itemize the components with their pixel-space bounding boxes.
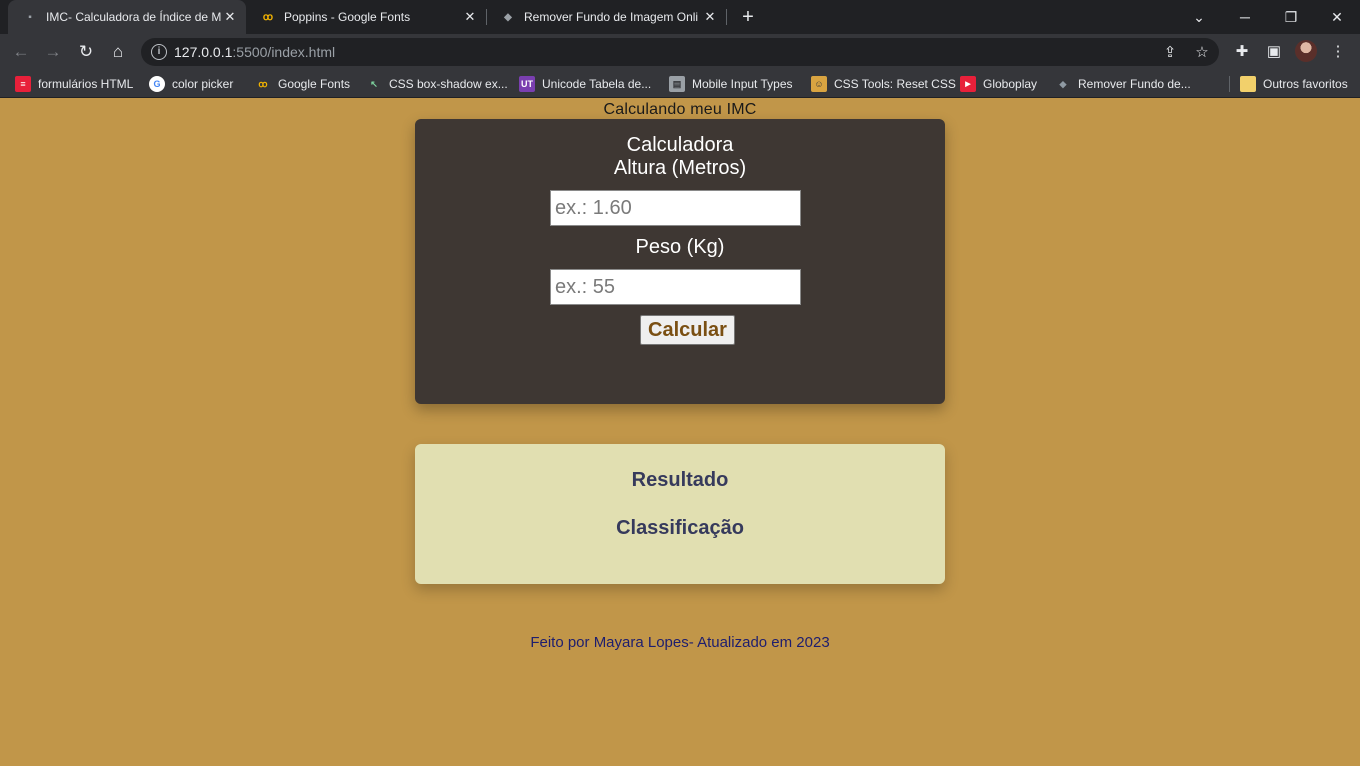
unicode-table-icon: UT bbox=[519, 76, 535, 92]
globoplay-icon: ▶ bbox=[960, 76, 976, 92]
bookmark-other-favorites[interactable]: Outros favoritos bbox=[1240, 75, 1348, 93]
google-fonts-icon: ꝏ bbox=[262, 11, 274, 23]
bookmark-remover-fundo[interactable]: ◆ Remover Fundo de... bbox=[1055, 75, 1191, 93]
share-icon[interactable]: ⇪ bbox=[1161, 44, 1179, 62]
close-tab-icon[interactable]: ✕ bbox=[702, 9, 718, 25]
folder-icon bbox=[1240, 76, 1256, 92]
layers-icon: ◆ bbox=[504, 11, 512, 23]
tab-title: Poppins - Google Fonts bbox=[284, 10, 411, 24]
footer-credit: Feito por Mayara Lopes- Atualizado em 20… bbox=[530, 634, 830, 651]
side-panel-icon[interactable]: ▣ bbox=[1263, 41, 1285, 63]
bookmark-label: Unicode Tabela de... bbox=[542, 77, 652, 91]
result-label: Resultado bbox=[631, 469, 729, 491]
layers-icon: ◆ bbox=[1059, 78, 1067, 89]
calculator-card: Calculadora Altura (Metros) Peso (Kg) Ca… bbox=[415, 119, 945, 404]
bookmark-globoplay[interactable]: ▶ Globoplay bbox=[960, 75, 1037, 93]
bookmark-mobile-input-types[interactable]: ▤ Mobile Input Types bbox=[669, 75, 793, 93]
page-title: Calculando meu IMC bbox=[603, 101, 757, 118]
bookmark-unicode-tabela[interactable]: UT Unicode Tabela de... bbox=[519, 75, 651, 93]
back-icon[interactable]: ← bbox=[9, 40, 33, 64]
tab-separator bbox=[726, 9, 727, 25]
address-bar[interactable]: i 127.0.0.1:5500/index.html ⇪ ☆ bbox=[141, 38, 1219, 66]
height-input[interactable] bbox=[550, 190, 801, 226]
page-viewport: Calculando meu IMC Calculadora Altura (M… bbox=[0, 98, 1360, 766]
tab-title: Remover Fundo de Imagem Onli bbox=[524, 10, 699, 24]
calculate-button[interactable]: Calcular bbox=[640, 315, 735, 345]
height-label: Altura (Metros) bbox=[613, 157, 747, 179]
profile-avatar[interactable] bbox=[1295, 40, 1317, 62]
bookmarks-bar: ≡ formulários HTML G color picker ꝏ Goog… bbox=[0, 70, 1360, 98]
document-icon: ▪ bbox=[28, 11, 32, 23]
new-tab-button[interactable]: + bbox=[736, 5, 760, 29]
bookmark-label: CSS Tools: Reset CSS bbox=[834, 77, 956, 91]
bookmark-label: Mobile Input Types bbox=[692, 77, 793, 91]
forward-icon[interactable]: → bbox=[41, 40, 65, 64]
url-host: 127.0.0.1 bbox=[174, 44, 233, 60]
url-path: :5500/index.html bbox=[232, 44, 336, 60]
calculator-heading: Calculadora bbox=[626, 134, 734, 156]
weight-input[interactable] bbox=[550, 269, 801, 305]
extensions-icon[interactable]: ✚ bbox=[1231, 41, 1253, 63]
bookmark-label: Google Fonts bbox=[278, 77, 351, 91]
browser-tabstrip: ▪ IMC- Calculadora de Índice de M ✕ ꝏ Po… bbox=[0, 0, 1360, 34]
bookmark-favicon-icon: ≡ bbox=[15, 76, 31, 92]
classification-label: Classificação bbox=[616, 517, 744, 539]
calculator-title: Calculadora Altura (Metros) bbox=[415, 134, 945, 180]
bookmark-formularios-html[interactable]: ≡ formulários HTML bbox=[15, 75, 133, 93]
site-info-icon[interactable]: i bbox=[151, 44, 167, 60]
bookmark-label: Outros favoritos bbox=[1263, 77, 1348, 91]
browser-toolbar: ← → ↻ ⌂ i 127.0.0.1:5500/index.html ⇪ ☆ … bbox=[0, 34, 1360, 70]
box-shadow-icon: ↖ bbox=[370, 78, 378, 89]
tab-search-icon[interactable]: ⌄ bbox=[1176, 0, 1222, 34]
google-fonts-icon: ꝏ bbox=[258, 78, 268, 89]
bookmark-label: CSS box-shadow ex... bbox=[389, 77, 508, 91]
bookmark-label: Globoplay bbox=[983, 77, 1038, 91]
restore-icon[interactable]: ❐ bbox=[1268, 0, 1314, 34]
close-tab-icon[interactable]: ✕ bbox=[462, 9, 478, 25]
address-url[interactable]: 127.0.0.1:5500/index.html bbox=[174, 44, 335, 60]
bookmark-google-fonts[interactable]: ꝏ Google Fonts bbox=[255, 75, 350, 93]
home-icon[interactable]: ⌂ bbox=[106, 40, 130, 64]
tab-imc-calculator[interactable]: ▪ IMC- Calculadora de Índice de M ✕ bbox=[8, 0, 246, 34]
bookmark-label: Remover Fundo de... bbox=[1078, 77, 1191, 91]
close-tab-icon[interactable]: ✕ bbox=[222, 9, 238, 25]
weight-label: Peso (Kg) bbox=[635, 236, 725, 258]
result-card: Resultado Classificação bbox=[415, 444, 945, 584]
bookmark-star-icon[interactable]: ☆ bbox=[1193, 44, 1211, 62]
tiger-icon: ☺ bbox=[811, 76, 827, 92]
tab-title: IMC- Calculadora de Índice de M bbox=[46, 10, 222, 24]
minimize-icon[interactable]: ─ bbox=[1222, 0, 1268, 34]
grid-icon: ▤ bbox=[669, 76, 685, 92]
bookmark-css-box-shadow[interactable]: ↖ CSS box-shadow ex... bbox=[366, 75, 508, 93]
bookmark-label: color picker bbox=[172, 77, 234, 91]
google-icon: G bbox=[149, 76, 165, 92]
reload-icon[interactable]: ↻ bbox=[74, 40, 98, 64]
bookmarks-separator bbox=[1229, 76, 1230, 92]
tab-remover-fundo[interactable]: ◆ Remover Fundo de Imagem Onli ✕ bbox=[486, 0, 726, 34]
bookmark-label: formulários HTML bbox=[38, 77, 134, 91]
bookmark-color-picker[interactable]: G color picker bbox=[149, 75, 233, 93]
menu-icon[interactable]: ⋮ bbox=[1327, 41, 1349, 63]
bookmark-css-tools-reset[interactable]: ☺ CSS Tools: Reset CSS bbox=[811, 75, 956, 93]
tab-poppins-google-fonts[interactable]: ꝏ Poppins - Google Fonts ✕ bbox=[246, 0, 486, 34]
close-window-icon[interactable]: ✕ bbox=[1314, 0, 1360, 34]
